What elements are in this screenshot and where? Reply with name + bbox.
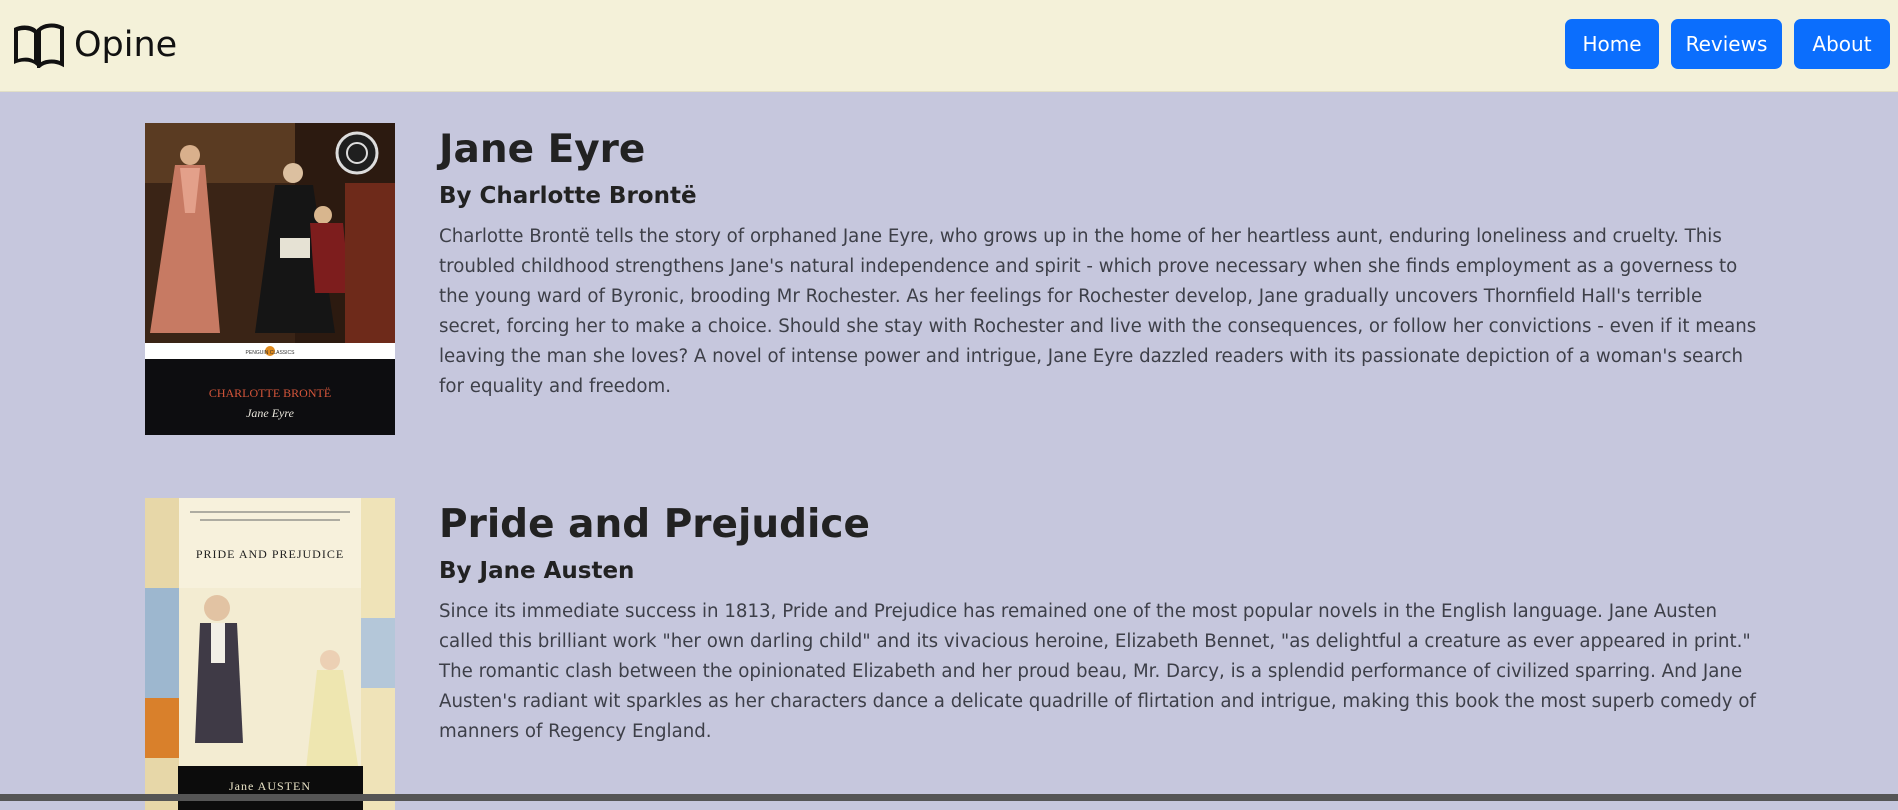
- brand-link[interactable]: Opine: [12, 20, 177, 70]
- book-author: By Jane Austen: [439, 558, 635, 584]
- home-button[interactable]: Home: [1565, 19, 1659, 69]
- book-description: Since its immediate success in 1813, Pri…: [439, 601, 1756, 742]
- cover-title-text: PRIDE AND PREJUDICE: [196, 547, 344, 561]
- cover-series-text: PENGUIN CLASSICS: [246, 350, 296, 356]
- book-info: Jane Eyre By Charlotte Brontë Charlotte …: [439, 123, 1765, 402]
- navbar: Opine Home Reviews About: [0, 0, 1898, 92]
- book-author: By Charlotte Brontë: [439, 183, 697, 209]
- cover-author-text: CHARLOTTE BRONTË: [209, 386, 331, 400]
- window-bottom-edge: [0, 794, 1898, 801]
- reviews-button[interactable]: Reviews: [1671, 19, 1782, 69]
- brand-name: Opine: [74, 25, 178, 65]
- cover-title-text: Jane Eyre: [246, 406, 295, 420]
- book-cover-image[interactable]: PRIDE AND PREJUDICE Jane AUSTEN: [145, 498, 395, 810]
- about-button[interactable]: About: [1794, 19, 1890, 69]
- cover-author-text: Jane AUSTEN: [229, 779, 311, 793]
- book-title[interactable]: Pride and Prejudice: [439, 502, 1765, 554]
- book-title[interactable]: Jane Eyre: [439, 127, 1765, 179]
- book-description: Charlotte Brontë tells the story of orph…: [439, 226, 1757, 397]
- open-book-icon: [14, 23, 64, 68]
- book-info: Pride and Prejudice By Jane Austen Since…: [439, 498, 1765, 747]
- book-cover-image[interactable]: CHARLOTTE BRONTË Jane Eyre PENGUIN CLASS…: [145, 123, 395, 435]
